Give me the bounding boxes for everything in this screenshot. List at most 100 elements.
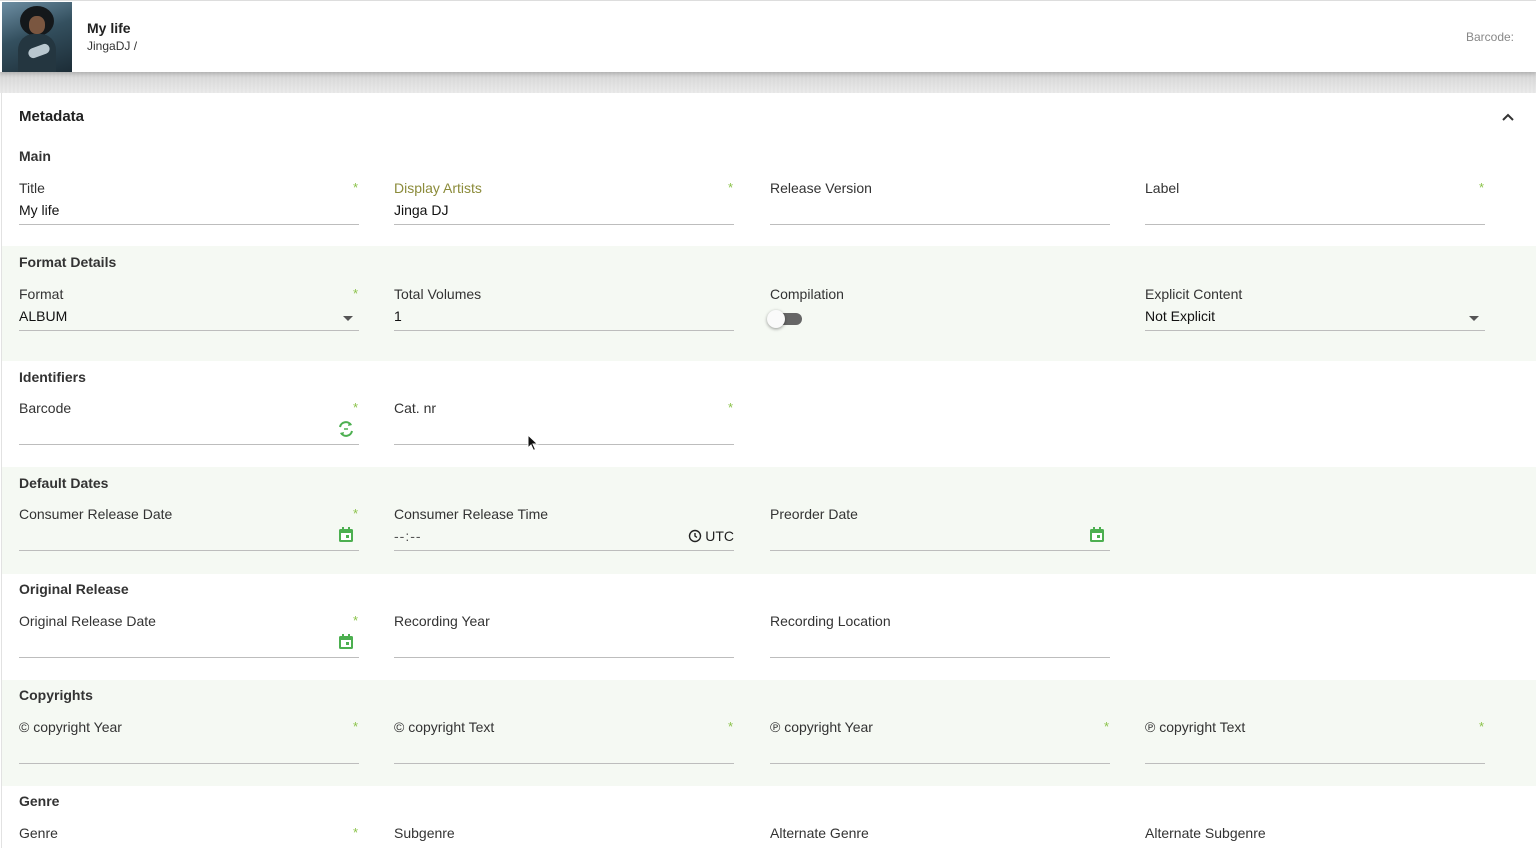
release-cover-image[interactable]: [2, 2, 72, 72]
section-title: Genre: [19, 793, 60, 809]
original-release-date-field[interactable]: Original Release Date *: [19, 613, 359, 669]
required-mark: *: [352, 286, 358, 301]
required-mark: *: [352, 825, 358, 840]
chevron-up-icon[interactable]: [1499, 109, 1517, 127]
section-copyrights: Copyrights © copyright Year * © copyrigh…: [2, 680, 1536, 786]
required-mark: *: [352, 613, 358, 628]
format-select[interactable]: Format * ALBUM: [19, 286, 359, 342]
field-label: © copyright Year: [19, 719, 122, 735]
field-label: Barcode: [19, 400, 72, 416]
p-copyright-year-field[interactable]: ℗ copyright Year *: [770, 719, 1110, 775]
section-title: Format Details: [19, 254, 117, 270]
required-mark: *: [1103, 719, 1109, 734]
required-mark: *: [352, 400, 358, 415]
section-original-release: Original Release Original Release Date *…: [2, 574, 1536, 680]
format-value[interactable]: ALBUM: [19, 308, 67, 324]
field-label: Recording Location: [770, 613, 891, 629]
required-mark: *: [727, 180, 733, 195]
required-mark: *: [1478, 180, 1484, 195]
consumer-release-time-input[interactable]: --:--: [394, 528, 422, 544]
label-field[interactable]: Label *: [1145, 180, 1485, 236]
required-mark: *: [727, 400, 733, 415]
field-label: Title: [19, 180, 45, 196]
field-label: Alternate Subgenre: [1145, 825, 1266, 841]
field-label: © copyright Text: [394, 719, 495, 735]
barcode-field[interactable]: Barcode *: [19, 400, 359, 456]
title-input[interactable]: My life: [19, 202, 59, 218]
section-title: Default Dates: [19, 475, 109, 491]
alternate-subgenre-select[interactable]: Alternate Subgenre: [1145, 825, 1485, 848]
timezone-indicator: UTC: [688, 528, 734, 544]
section-genre: Genre Genre * Subgenre Alternate Genre A…: [2, 786, 1536, 848]
c-copyright-text-field[interactable]: © copyright Text *: [394, 719, 734, 775]
section-format-details: Format Details Format * ALBUM Total Volu…: [2, 246, 1536, 361]
mouse-cursor-icon: [527, 434, 539, 452]
section-title: Original Release: [19, 581, 129, 597]
field-label: Explicit Content: [1145, 286, 1243, 302]
header-divider-band: [0, 72, 1536, 93]
c-copyright-year-field[interactable]: © copyright Year *: [19, 719, 359, 775]
section-title: Identifiers: [19, 369, 86, 385]
recording-location-field[interactable]: Recording Location: [770, 613, 1110, 669]
field-label: Consumer Release Date: [19, 506, 173, 522]
preorder-date-field[interactable]: Preorder Date: [770, 506, 1110, 562]
alternate-genre-select[interactable]: Alternate Genre: [770, 825, 1110, 848]
field-label: Consumer Release Time: [394, 506, 549, 522]
timezone-label: UTC: [705, 528, 734, 544]
required-mark: *: [352, 180, 358, 195]
clock-icon: [689, 529, 702, 543]
genre-select[interactable]: Genre *: [19, 825, 359, 848]
p-copyright-text-field[interactable]: ℗ copyright Text *: [1145, 719, 1485, 775]
required-mark: *: [727, 719, 733, 734]
field-label: Release Version: [770, 180, 872, 196]
metadata-panel: Metadata Main Title * My life Display Ar…: [1, 93, 1536, 848]
total-volumes-field[interactable]: Total Volumes 1: [394, 286, 734, 342]
consumer-release-date-field[interactable]: Consumer Release Date *: [19, 506, 359, 562]
field-label: Format: [19, 286, 64, 302]
refresh-icon[interactable]: [337, 420, 355, 438]
section-title: Main: [19, 148, 51, 164]
header-barcode-label: Barcode:: [1465, 30, 1514, 44]
field-label: Genre: [19, 825, 58, 841]
display-artists-field[interactable]: Display Artists * Jinga DJ: [394, 180, 734, 236]
release-version-field[interactable]: Release Version: [770, 180, 1110, 236]
calendar-icon[interactable]: [1088, 526, 1106, 544]
release-header: My life JingaDJ / Barcode:: [0, 0, 1536, 72]
section-title: Copyrights: [19, 687, 93, 703]
field-label: ℗ copyright Year: [770, 719, 873, 735]
field-label: Subgenre: [394, 825, 455, 841]
calendar-icon[interactable]: [337, 526, 355, 544]
caret-down-icon[interactable]: [1469, 316, 1479, 321]
panel-title: Metadata: [19, 108, 85, 125]
field-label: Total Volumes: [394, 286, 482, 302]
total-volumes-input[interactable]: 1: [394, 308, 402, 324]
field-label: Compilation: [770, 286, 844, 302]
explicit-content-value[interactable]: Not Explicit: [1145, 308, 1215, 324]
compilation-toggle[interactable]: [767, 310, 804, 328]
section-identifiers: Identifiers Barcode * Cat. nr *: [2, 361, 1536, 467]
release-artist[interactable]: JingaDJ /: [87, 39, 137, 53]
field-label: Preorder Date: [770, 506, 858, 522]
required-mark: *: [352, 506, 358, 521]
cat-nr-field[interactable]: Cat. nr *: [394, 400, 734, 456]
field-label: Display Artists: [394, 180, 482, 196]
field-label: Cat. nr: [394, 400, 437, 416]
display-artists-input[interactable]: Jinga DJ: [394, 202, 448, 218]
field-label: Label: [1145, 180, 1180, 196]
field-label: ℗ copyright Text: [1145, 719, 1246, 735]
field-label: Original Release Date: [19, 613, 156, 629]
calendar-icon[interactable]: [337, 633, 355, 651]
section-default-dates: Default Dates Consumer Release Date * Co…: [2, 467, 1536, 574]
section-main: Main Title * My life Display Artists * J…: [2, 141, 1536, 246]
release-title: My life: [87, 20, 131, 36]
subgenre-select[interactable]: Subgenre: [394, 825, 734, 848]
title-field[interactable]: Title * My life: [19, 180, 359, 236]
required-mark: *: [1478, 719, 1484, 734]
consumer-release-time-field[interactable]: Consumer Release Time --:-- UTC: [394, 506, 734, 562]
compilation-field: Compilation: [767, 286, 1110, 342]
recording-year-field[interactable]: Recording Year: [394, 613, 734, 669]
field-label: Recording Year: [394, 613, 490, 629]
required-mark: *: [352, 719, 358, 734]
caret-down-icon[interactable]: [343, 316, 353, 321]
explicit-content-select[interactable]: Explicit Content Not Explicit: [1145, 286, 1485, 342]
